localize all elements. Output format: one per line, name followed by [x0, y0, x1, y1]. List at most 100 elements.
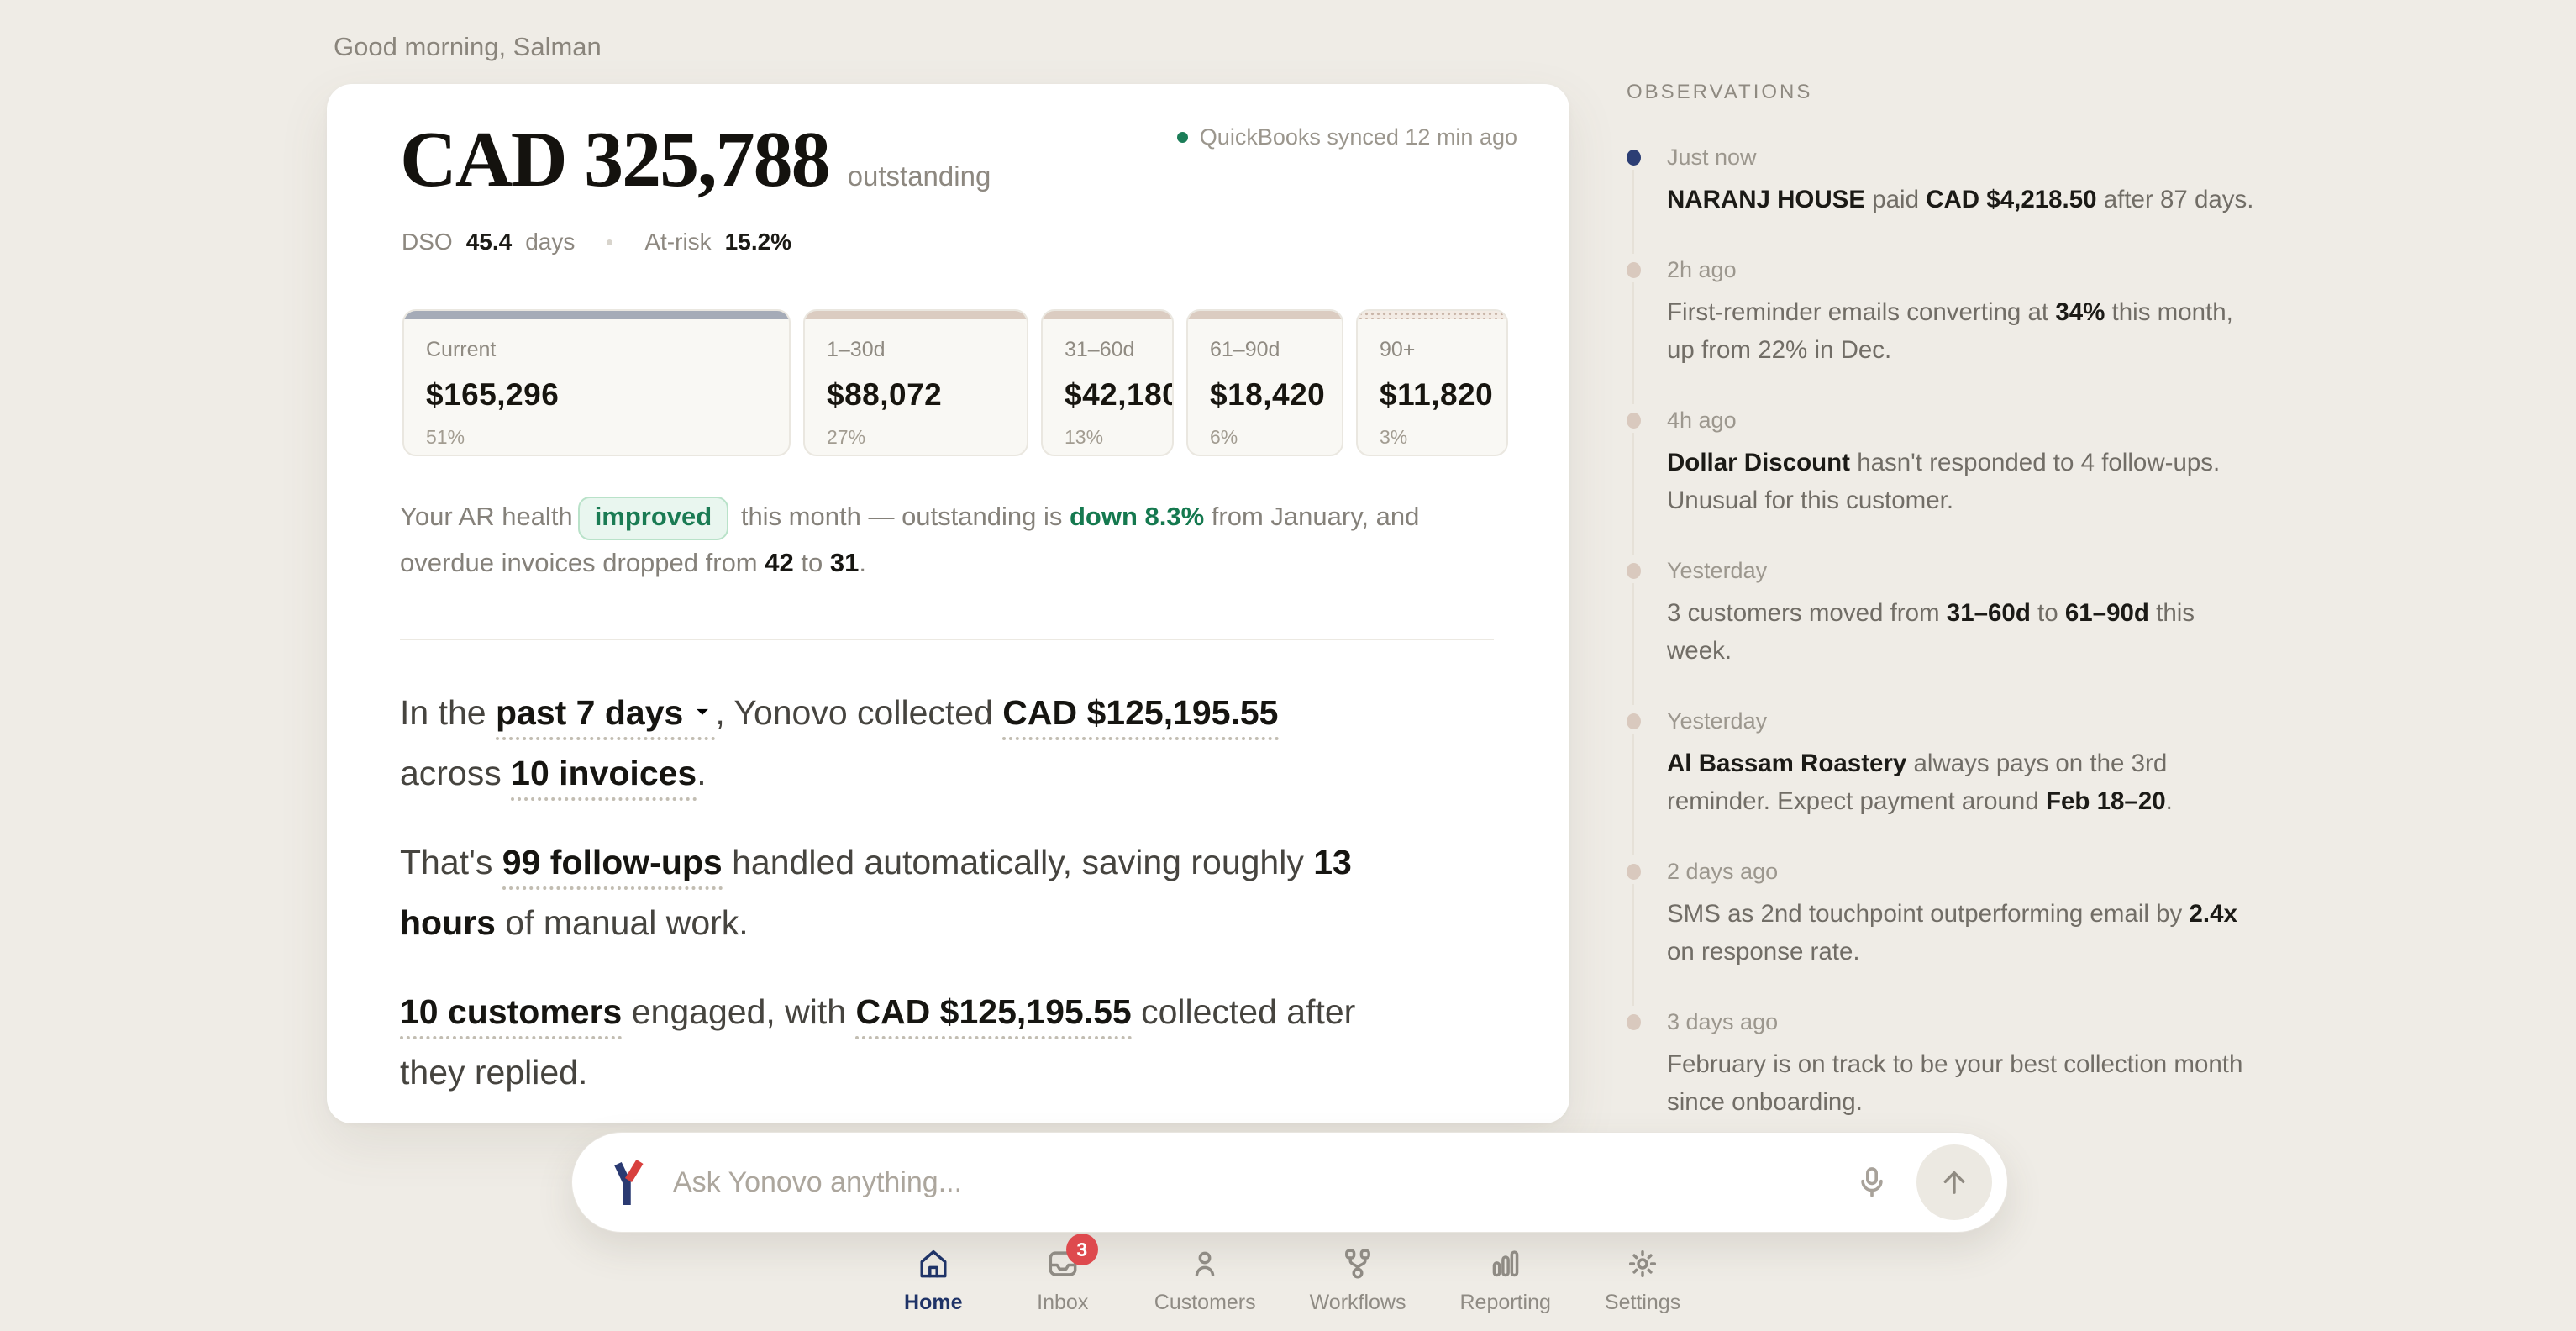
- text-segment: Al Bassam Roastery: [1667, 750, 1906, 777]
- bucket-color-bar: [404, 311, 789, 319]
- text-segment: Feb 18–20: [2046, 787, 2166, 815]
- narrative-paragraph: 10 customers engaged, with CAD $125,195.…: [400, 981, 1383, 1102]
- text-segment: 61–90d: [2065, 599, 2149, 627]
- at-risk-value: 15.2%: [725, 229, 791, 255]
- narrative-paragraph: That's 99 follow-ups handled automatical…: [400, 832, 1383, 953]
- workflows-icon: [1339, 1245, 1376, 1282]
- outstanding-amount: CAD 325,788: [400, 113, 829, 208]
- text-segment: paid: [1865, 186, 1926, 213]
- bottom-nav: Home 3Inbox Customers Workflows Reporting Set…: [0, 1245, 2576, 1315]
- card-divider: [400, 639, 1494, 640]
- timeline-dot: [1627, 262, 1641, 278]
- bucket-label: 61–90d: [1210, 338, 1342, 362]
- text-segment: .: [2166, 787, 2173, 815]
- text-segment: First-reminder emails converting at: [1667, 298, 2055, 326]
- metric-term[interactable]: 99 follow-ups: [502, 843, 723, 890]
- text-segment: 3 customers moved from: [1667, 599, 1947, 627]
- metric-term[interactable]: 10 invoices: [511, 754, 697, 801]
- dso-label: DSO: [402, 229, 453, 255]
- activity-narrative: In the past 7 days, Yonovo collected CAD…: [400, 682, 1383, 1131]
- bucket-percent: 3%: [1380, 426, 1506, 449]
- customers-icon: [1186, 1245, 1223, 1282]
- text-segment: after 87 days.: [2097, 186, 2254, 213]
- timeline-dot: [1627, 713, 1641, 729]
- observations-list: Just nowNARANJ HOUSE paid CAD $4,218.50 …: [1627, 145, 2299, 1121]
- text-segment: SMS as 2nd touchpoint outperforming emai…: [1667, 900, 2189, 928]
- observation-timestamp: 2 days ago: [1667, 859, 2299, 885]
- aging-bucket-1-30d[interactable]: 1–30d$88,07227%: [803, 309, 1028, 456]
- aging-buckets-row: Current$165,29651%1–30d$88,07227%31–60d$…: [402, 309, 1508, 456]
- text-segment: of manual work.: [496, 903, 749, 942]
- aging-bucket-61-90d[interactable]: 61–90d $18,420 6%: [1186, 309, 1343, 456]
- metric-term[interactable]: 10 customers: [400, 992, 622, 1039]
- inbox-icon: 3: [1044, 1245, 1081, 1282]
- observation-item[interactable]: Yesterday3 customers moved from 31–60d t…: [1627, 558, 2299, 670]
- chevron-down-icon[interactable]: [690, 682, 715, 708]
- text-segment: on response rate.: [1667, 938, 1860, 965]
- sync-status-dot: [1177, 132, 1188, 143]
- aging-bucket-31-60d[interactable]: 31–60d$42,18013%: [1041, 309, 1174, 456]
- observations-panel: OBSERVATIONS Just nowNARANJ HOUSE paid C…: [1627, 81, 2299, 1160]
- narrative-paragraph: In the past 7 days, Yonovo collected CAD…: [400, 682, 1383, 803]
- text-segment: Dollar Discount: [1667, 449, 1850, 476]
- observation-text: Al Bassam Roastery always pays on the 3r…: [1667, 744, 2263, 820]
- nav-label: Reporting: [1459, 1291, 1550, 1315]
- text-segment: handled automatically, saving roughly: [723, 843, 1314, 881]
- observation-timestamp: 3 days ago: [1667, 1009, 2299, 1035]
- send-button[interactable]: [1916, 1144, 1992, 1220]
- bucket-percent: 6%: [1210, 426, 1342, 449]
- bucket-label: 1–30d: [827, 338, 1027, 362]
- nav-label: Settings: [1605, 1291, 1680, 1315]
- bucket-value: $11,820: [1380, 377, 1506, 413]
- text-segment: CAD $4,218.50: [1926, 186, 2096, 213]
- nav-label: Customers: [1154, 1291, 1256, 1315]
- observation-item[interactable]: Yesterday Al Bassam Roastery always pays …: [1627, 708, 2299, 820]
- metric-term[interactable]: CAD $125,195.55: [1002, 693, 1278, 740]
- nav-item-reporting[interactable]: Reporting: [1459, 1245, 1550, 1315]
- aging-bucket-current[interactable]: Current$165,29651%: [402, 309, 791, 456]
- text-segment: .: [859, 548, 866, 577]
- timeline-dot: [1627, 413, 1641, 429]
- home-icon: [915, 1245, 952, 1282]
- text-segment: to: [2031, 599, 2065, 627]
- text-segment: 34%: [2055, 298, 2105, 326]
- nav-item-inbox[interactable]: 3Inbox: [1025, 1245, 1101, 1315]
- observation-item[interactable]: 3 days ago February is on track to be you…: [1627, 1009, 2299, 1121]
- ask-input[interactable]: [671, 1165, 1853, 1200]
- timeline-dot: [1627, 1014, 1641, 1030]
- nav-item-home[interactable]: Home: [896, 1245, 971, 1315]
- observation-timestamp: Yesterday: [1667, 708, 2299, 734]
- nav-label: Workflows: [1310, 1291, 1406, 1315]
- bucket-percent: 13%: [1065, 426, 1172, 449]
- quickbooks-sync-status: QuickBooks synced 12 min ago: [1177, 124, 1517, 150]
- aging-bucket-90+[interactable]: 90+$11,8203%: [1356, 309, 1508, 456]
- observation-item[interactable]: 2h agoFirst-reminder emails converting a…: [1627, 257, 2299, 369]
- ar-summary-card: QuickBooks synced 12 min ago CAD 325,788…: [327, 84, 1569, 1123]
- bucket-label: Current: [426, 338, 789, 362]
- observation-timestamp: Yesterday: [1667, 558, 2299, 584]
- bucket-value: $18,420: [1210, 377, 1342, 413]
- bucket-color-bar: [805, 311, 1027, 319]
- text-segment: 31: [830, 548, 859, 577]
- text-segment: across: [400, 754, 511, 792]
- microphone-icon[interactable]: [1853, 1163, 1891, 1202]
- observation-item[interactable]: Just nowNARANJ HOUSE paid CAD $4,218.50 …: [1627, 145, 2299, 218]
- text-segment: engaged, with: [622, 992, 855, 1031]
- timeline-dot: [1627, 150, 1641, 166]
- nav-item-workflows[interactable]: Workflows: [1310, 1245, 1406, 1315]
- ask-bar: [571, 1132, 2008, 1233]
- metric-term[interactable]: CAD $125,195.55: [855, 992, 1131, 1039]
- observation-text: Dollar Discount hasn't responded to 4 fo…: [1667, 444, 2263, 519]
- timeline-dot: [1627, 864, 1641, 880]
- nav-item-customers[interactable]: Customers: [1154, 1245, 1256, 1315]
- reporting-icon: [1487, 1245, 1524, 1282]
- observation-item[interactable]: 4h agoDollar Discount hasn't responded t…: [1627, 408, 2299, 519]
- metric-term[interactable]: past 7 days: [496, 693, 715, 740]
- nav-item-settings[interactable]: Settings: [1605, 1245, 1680, 1315]
- bucket-value: $165,296: [426, 377, 789, 413]
- observation-item[interactable]: 2 days ago SMS as 2nd touchpoint outperfo…: [1627, 859, 2299, 971]
- text-segment: February is on track to be your best col…: [1667, 1050, 2242, 1116]
- outstanding-headline: CAD 325,788 outstanding: [400, 113, 991, 208]
- text-segment: down 8.3%: [1070, 502, 1204, 531]
- text-segment: .: [697, 754, 706, 792]
